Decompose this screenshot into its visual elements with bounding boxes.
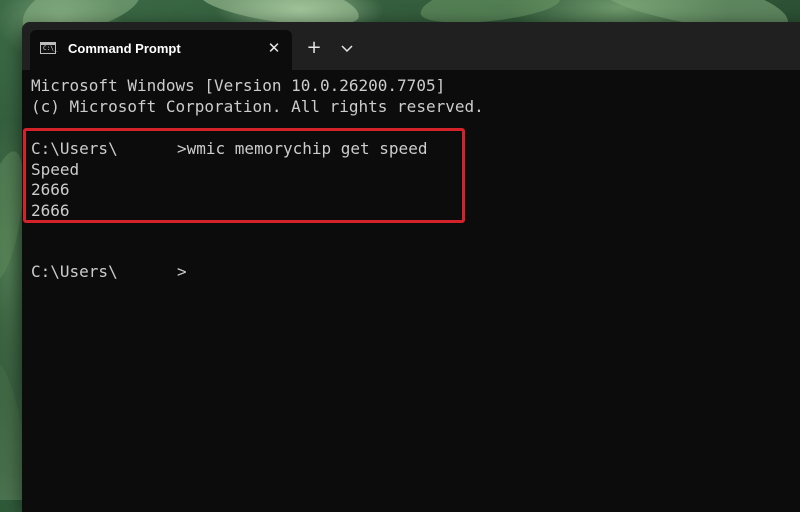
new-tab-button[interactable]: + [302,37,326,61]
prompt-path: C:\Users\ [31,262,118,281]
cmd-icon-text: C:\_ [43,45,58,52]
tab-title: Command Prompt [68,41,181,56]
tab-command-prompt[interactable]: C:\_ Command Prompt ✕ [30,30,292,70]
close-icon[interactable]: ✕ [264,38,284,58]
banner-version-line: Microsoft Windows [Version 10.0.26200.77… [31,76,446,95]
cmd-icon: C:\_ [40,42,58,54]
terminal-window: C:\_ Command Prompt ✕ + Microsoft Window… [22,22,800,512]
output-header: Speed [31,160,80,179]
banner-copyright-line: (c) Microsoft Corporation. All rights re… [31,97,484,116]
output-value: 2666 [31,201,70,220]
command-text: >wmic memorychip get speed [177,139,428,158]
title-bar: C:\_ Command Prompt ✕ + [22,22,800,70]
prompt-path: C:\Users\ [31,139,118,158]
output-value: 2666 [31,180,70,199]
chevron-down-icon[interactable] [336,38,358,60]
prompt-symbol: > [177,262,187,281]
console-output[interactable]: Microsoft Windows [Version 10.0.26200.77… [22,70,800,510]
